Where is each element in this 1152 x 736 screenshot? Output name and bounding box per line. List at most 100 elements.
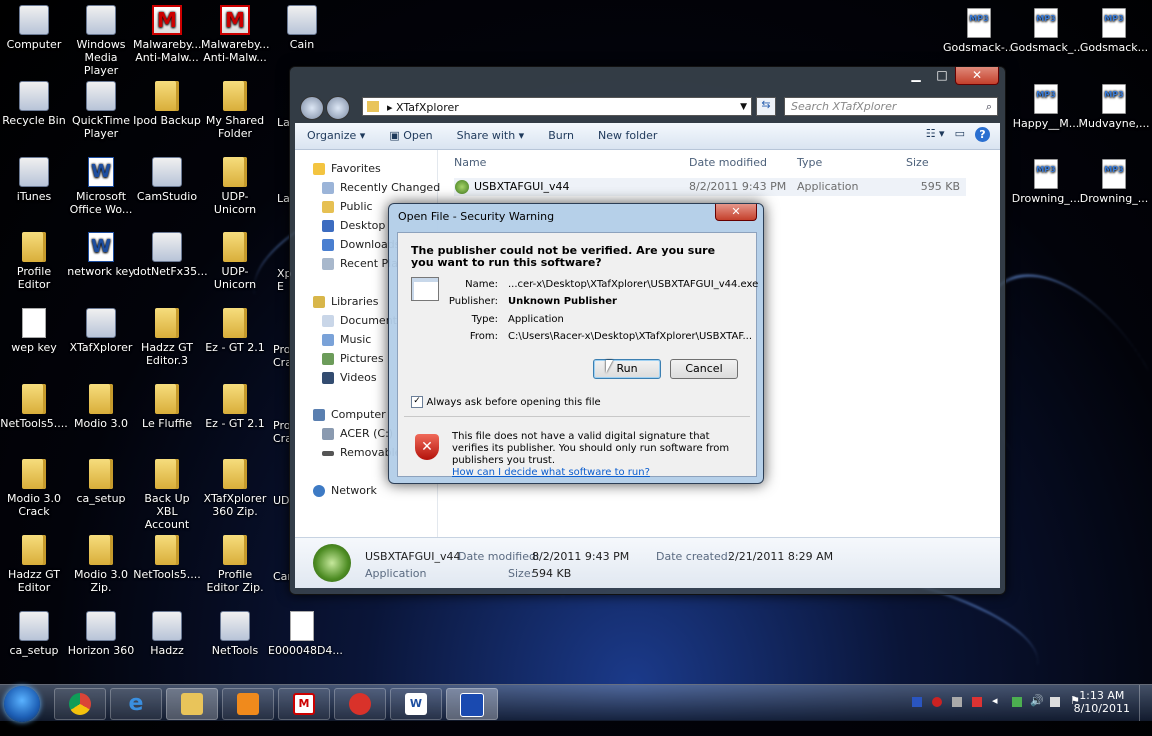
new-folder-button[interactable]: New folder: [586, 123, 669, 149]
always-ask-checkbox[interactable]: ✓ Always ask before opening this file: [411, 395, 601, 408]
desktop-icon[interactable]: Cain: [268, 5, 336, 51]
desktop-mp3-file[interactable]: MP3 Godsmack...: [1078, 8, 1150, 54]
desktop-icon[interactable]: Ez - GT 2.1: [201, 384, 269, 430]
help-link[interactable]: How can I decide what software to run?: [452, 467, 650, 478]
run-button[interactable]: Run: [593, 359, 661, 379]
desktop-icon[interactable]: W Microsoft Office Wo...: [67, 157, 135, 216]
desktop-mp3-file[interactable]: MP3 Godsmack-...: [943, 8, 1015, 54]
desktop-icon[interactable]: M Malwareby... Anti-Malw...: [133, 5, 202, 64]
start-button[interactable]: [4, 686, 40, 722]
column-date-modified[interactable]: Date modified: [689, 156, 767, 169]
desktop-icon[interactable]: ca_setup: [0, 611, 68, 657]
refresh-button[interactable]: ⇆: [756, 97, 776, 116]
desktop-mp3-file[interactable]: MP3 Happy__M...: [1010, 84, 1082, 130]
chevron-down-icon[interactable]: ▼: [740, 98, 747, 117]
desktop-icon[interactable]: Hadzz GT Editor: [0, 535, 68, 594]
column-name[interactable]: Name: [454, 156, 486, 169]
tray-icon[interactable]: [912, 697, 922, 707]
desktop-icon[interactable]: NetTools: [201, 611, 269, 657]
desktop-icon[interactable]: Profile Editor: [0, 232, 68, 291]
desktop-icon[interactable]: Back Up XBL Account: [133, 459, 201, 531]
desktop-icon[interactable]: ca_setup: [67, 459, 135, 505]
share-with-button[interactable]: Share with ▾: [445, 123, 537, 149]
desktop-icon[interactable]: My Shared Folder: [201, 81, 269, 140]
nav-network[interactable]: Network: [313, 482, 437, 500]
help-icon[interactable]: ?: [975, 127, 990, 142]
clock[interactable]: 1:13 AM 8/10/2011: [1074, 689, 1130, 715]
minimize-button[interactable]: ▁: [903, 67, 929, 84]
desktop-icon[interactable]: Windows Media Player: [67, 5, 135, 77]
taskbar-media-player[interactable]: [222, 688, 274, 720]
desktop-icon[interactable]: Modio 3.0 Zip.: [67, 535, 135, 594]
desktop-icon[interactable]: Hadzz GT Editor.3: [133, 308, 201, 367]
checkbox-box[interactable]: ✓: [411, 396, 423, 408]
desktop-icon[interactable]: UDP-Unicorn: [201, 232, 269, 291]
desktop-mp3-file[interactable]: MP3 Drowning_...: [1010, 159, 1082, 205]
tray-icon[interactable]: [1012, 697, 1022, 707]
desktop-icon[interactable]: E000048D4...: [268, 611, 343, 657]
taskbar-malwarebytes[interactable]: M: [278, 688, 330, 720]
show-hidden-icons[interactable]: ◂: [992, 694, 998, 707]
maximize-button[interactable]: □: [929, 67, 955, 84]
taskbar-camstudio[interactable]: [334, 688, 386, 720]
column-type[interactable]: Type: [797, 156, 822, 169]
desktop-icon[interactable]: wep key: [0, 308, 68, 354]
desktop-mp3-file[interactable]: MP3 Drowning_...: [1078, 159, 1150, 205]
file-row[interactable]: USBXTAFGUI_v44 8/2/2011 9:43 PM Applicat…: [454, 178, 966, 196]
desktop-icon[interactable]: Ipod Backup: [133, 81, 201, 127]
desktop-icon[interactable]: Modio 3.0: [67, 384, 135, 430]
volume-icon[interactable]: 🔊: [1030, 694, 1044, 707]
taskbar-word[interactable]: W: [390, 688, 442, 720]
desktop-icon[interactable]: Ez - GT 2.1: [201, 308, 269, 354]
tray-icon[interactable]: [952, 697, 962, 707]
security-warning-dialog[interactable]: Open File - Security Warning ✕ The publi…: [388, 203, 764, 484]
desktop-icon[interactable]: Modio 3.0 Crack: [0, 459, 68, 518]
desktop-icon[interactable]: NetTools5....: [133, 535, 201, 581]
desktop-icon[interactable]: Wnetwork key: [67, 232, 135, 278]
forward-button[interactable]: [326, 96, 350, 120]
cancel-button[interactable]: Cancel: [670, 359, 738, 379]
desktop-icon[interactable]: iTunes: [0, 157, 68, 203]
taskbar-internet-explorer[interactable]: e: [110, 688, 162, 720]
desktop-icon[interactable]: UDP-Unicorn: [201, 157, 269, 216]
desktop-icon[interactable]: QuickTime Player: [67, 81, 135, 140]
taskbar-explorer[interactable]: [166, 688, 218, 720]
desktop-icon-partial[interactable]: Pro Cra: [273, 419, 289, 445]
desktop-icon-partial[interactable]: UD: [273, 494, 289, 507]
desktop-icon-partial[interactable]: Car: [273, 570, 289, 583]
desktop-icon[interactable]: Computer: [0, 5, 68, 51]
organize-button[interactable]: Organize ▾: [295, 123, 377, 149]
desktop-icon[interactable]: Le Fluffie: [133, 384, 201, 430]
nav-recently-changed[interactable]: Recently Changed: [322, 179, 446, 197]
desktop-icon[interactable]: Profile Editor Zip.: [201, 535, 269, 594]
desktop-icon[interactable]: XTafXplorer: [67, 308, 135, 354]
desktop-icon[interactable]: NetTools5....: [0, 384, 68, 430]
desktop-icon[interactable]: CamStudio: [133, 157, 201, 203]
back-button[interactable]: [300, 96, 324, 120]
desktop-icon[interactable]: Horizon 360: [67, 611, 135, 657]
desktop-mp3-file[interactable]: MP3 Godsmack_...: [1010, 8, 1084, 54]
nav-favorites[interactable]: Favorites: [313, 160, 437, 178]
desktop-icon[interactable]: dotNetFx35...: [133, 232, 208, 278]
search-input[interactable]: Search XTafXplorer ⌕: [784, 97, 998, 116]
preview-pane-icon[interactable]: ▭: [955, 127, 965, 142]
taskbar-chrome[interactable]: [54, 688, 106, 720]
taskbar-security-dialog[interactable]: [446, 688, 498, 720]
dialog-close-button[interactable]: ✕: [715, 204, 757, 221]
column-size[interactable]: Size: [906, 156, 929, 169]
desktop-icon[interactable]: Hadzz: [133, 611, 201, 657]
close-window-button[interactable]: ✕: [955, 67, 999, 85]
desktop-icon[interactable]: XTafXplorer 360 Zip.: [201, 459, 269, 518]
desktop-icon[interactable]: M Malwareby... Anti-Malw...: [201, 5, 270, 64]
show-desktop-button[interactable]: [1139, 685, 1152, 721]
tray-icon[interactable]: [972, 697, 982, 707]
address-bar[interactable]: ▸ XTafXplorer ▼: [362, 97, 752, 116]
desktop-icon-partial[interactable]: Pro Cra: [273, 343, 289, 369]
tray-icon[interactable]: [932, 697, 942, 707]
burn-button[interactable]: Burn: [536, 123, 586, 149]
desktop-mp3-file[interactable]: MP3 Mudvayne,...: [1078, 84, 1150, 130]
desktop-icon[interactable]: Recycle Bin: [0, 81, 68, 127]
view-options-icon[interactable]: ☷ ▾: [926, 127, 945, 142]
network-status-icon[interactable]: [1050, 697, 1060, 707]
open-button[interactable]: ▣ Open: [377, 123, 444, 149]
